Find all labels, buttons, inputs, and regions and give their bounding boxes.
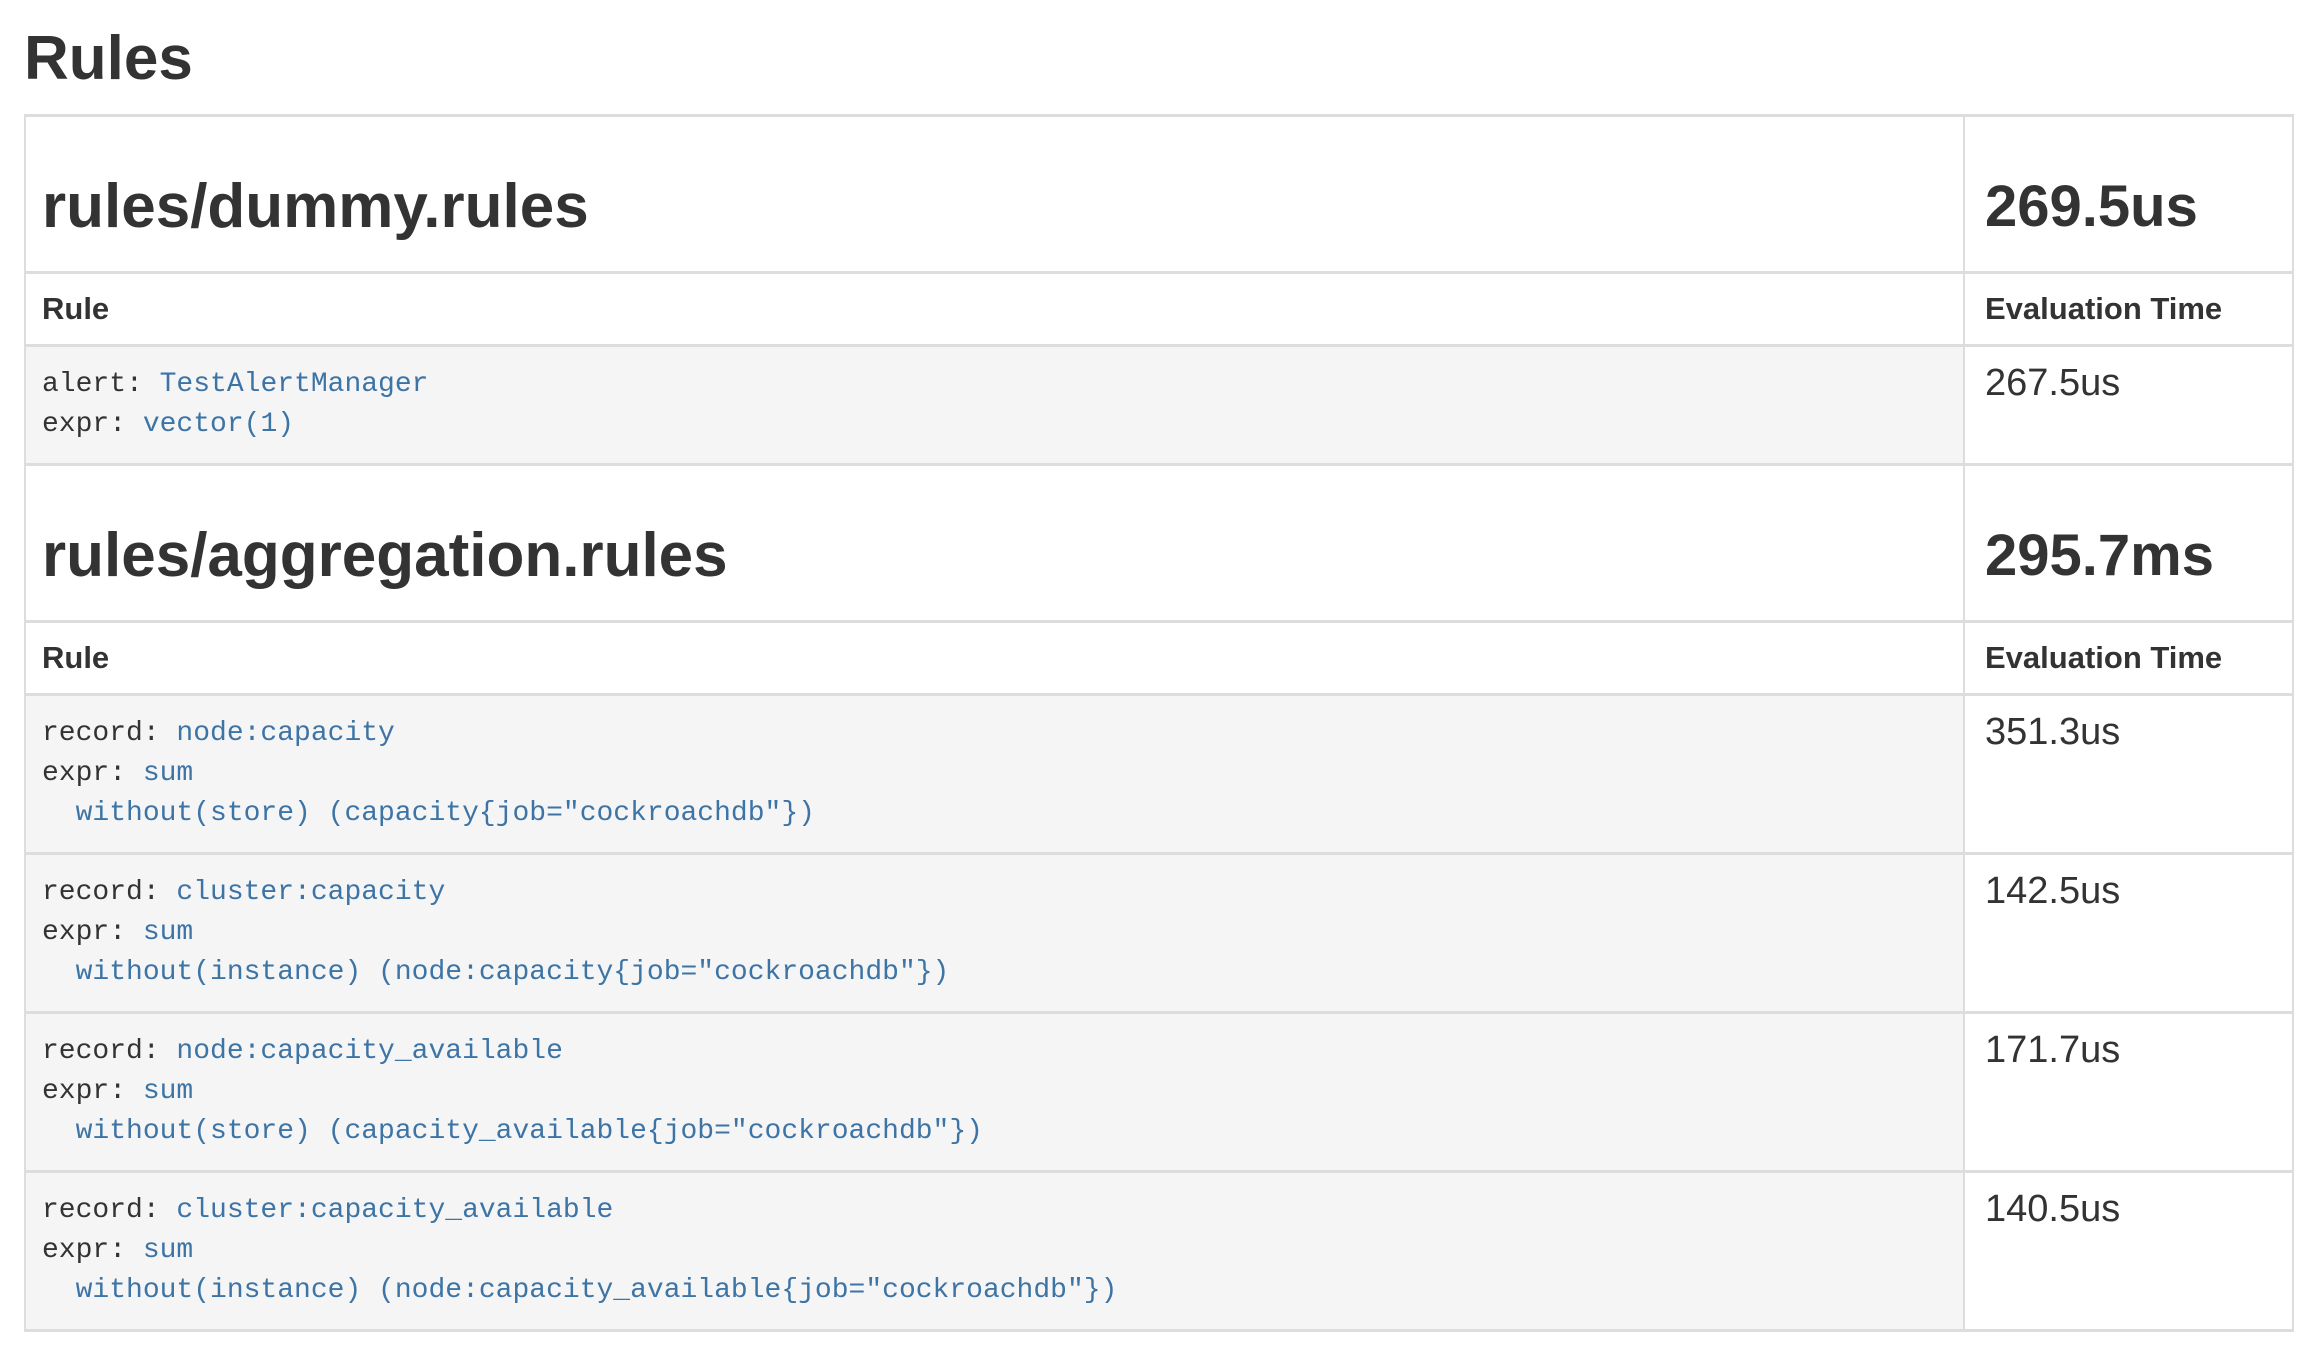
rules-table-body: rules/dummy.rules269.5usRuleEvaluation T… bbox=[25, 116, 2293, 1331]
rule-definition-cell: record: cluster:capacity_availableexpr: … bbox=[25, 1172, 1964, 1331]
rule-code-line: without(store) (capacity_available{job="… bbox=[42, 1112, 1947, 1152]
rule-evaluation-time: 142.5us bbox=[1964, 854, 2293, 1013]
expr-link[interactable]: sum bbox=[143, 917, 193, 948]
rule-group-heading-row: rules/dummy.rules269.5us bbox=[25, 116, 2293, 273]
table-row: record: node:capacityexpr: sum without(s… bbox=[25, 695, 2293, 854]
rule-code-line: without(instance) (node:capacity{job="co… bbox=[42, 953, 1947, 993]
rule-keyword: expr: bbox=[42, 409, 143, 440]
rule-code-line: record: cluster:capacity bbox=[42, 873, 1947, 913]
rule-group-file: rules/aggregation.rules bbox=[25, 465, 1964, 622]
expr-link[interactable]: sum bbox=[143, 1076, 193, 1107]
column-header-row: RuleEvaluation Time bbox=[25, 622, 2293, 695]
rule-code-line: record: node:capacity_available bbox=[42, 1032, 1947, 1072]
rule-group-file: rules/dummy.rules bbox=[25, 116, 1964, 273]
column-header-evaluation-time: Evaluation Time bbox=[1964, 622, 2293, 695]
rule-code-line: expr: vector(1) bbox=[42, 405, 1947, 445]
rule-definition-cell: record: cluster:capacityexpr: sum withou… bbox=[25, 854, 1964, 1013]
rule-keyword: expr: bbox=[42, 1076, 143, 1107]
page-title: Rules bbox=[24, 26, 2316, 92]
rule-code-line: alert: TestAlertManager bbox=[42, 365, 1947, 405]
rule-keyword: expr: bbox=[42, 917, 143, 948]
rule-group-heading-row: rules/aggregation.rules295.7ms bbox=[25, 465, 2293, 622]
rule-evaluation-time: 351.3us bbox=[1964, 695, 2293, 854]
table-row: alert: TestAlertManagerexpr: vector(1)26… bbox=[25, 346, 2293, 465]
column-header-row: RuleEvaluation Time bbox=[25, 273, 2293, 346]
rule-code-line: without(instance) (node:capacity_availab… bbox=[42, 1271, 1947, 1311]
rule-definition-cell: record: node:capacityexpr: sum without(s… bbox=[25, 695, 1964, 854]
rule-code-line: expr: sum bbox=[42, 913, 1947, 953]
rule-code-line: expr: sum bbox=[42, 754, 1947, 794]
rule-name-link[interactable]: cluster:capacity bbox=[176, 877, 445, 908]
rule-evaluation-time: 267.5us bbox=[1964, 346, 2293, 465]
table-row: record: node:capacity_availableexpr: sum… bbox=[25, 1013, 2293, 1172]
rule-keyword: alert: bbox=[42, 369, 160, 400]
rule-name-link[interactable]: node:capacity bbox=[176, 718, 394, 749]
rule-code-line: expr: sum bbox=[42, 1072, 1947, 1112]
rule-code-line: record: node:capacity bbox=[42, 714, 1947, 754]
rule-keyword: record: bbox=[42, 718, 176, 749]
rule-code-line: without(store) (capacity{job="cockroachd… bbox=[42, 794, 1947, 834]
rule-keyword: expr: bbox=[42, 1235, 143, 1266]
rules-table: rules/dummy.rules269.5usRuleEvaluation T… bbox=[24, 114, 2294, 1332]
rule-keyword: expr: bbox=[42, 758, 143, 789]
column-header-rule: Rule bbox=[25, 622, 1964, 695]
rule-evaluation-time: 140.5us bbox=[1964, 1172, 2293, 1331]
rule-keyword: record: bbox=[42, 1195, 176, 1226]
expr-link[interactable]: sum bbox=[143, 758, 193, 789]
rule-group-evaluation-time: 269.5us bbox=[1964, 116, 2293, 273]
rule-code-line: record: cluster:capacity_available bbox=[42, 1191, 1947, 1231]
rule-group-evaluation-time: 295.7ms bbox=[1964, 465, 2293, 622]
rule-keyword: record: bbox=[42, 877, 176, 908]
rule-name-link[interactable]: TestAlertManager bbox=[160, 369, 429, 400]
expr-link[interactable]: sum bbox=[143, 1235, 193, 1266]
expr-link[interactable]: without(store) (capacity_available{job="… bbox=[42, 1116, 983, 1147]
rule-evaluation-time: 171.7us bbox=[1964, 1013, 2293, 1172]
expr-link[interactable]: without(store) (capacity{job="cockroachd… bbox=[42, 798, 815, 829]
expr-link[interactable]: without(instance) (node:capacity{job="co… bbox=[42, 957, 949, 988]
table-row: record: cluster:capacity_availableexpr: … bbox=[25, 1172, 2293, 1331]
rule-name-link[interactable]: cluster:capacity_available bbox=[176, 1195, 613, 1226]
expr-link[interactable]: vector(1) bbox=[143, 409, 294, 440]
rule-definition-cell: alert: TestAlertManagerexpr: vector(1) bbox=[25, 346, 1964, 465]
column-header-rule: Rule bbox=[25, 273, 1964, 346]
rule-name-link[interactable]: node:capacity_available bbox=[176, 1036, 562, 1067]
expr-link[interactable]: without(instance) (node:capacity_availab… bbox=[42, 1275, 1117, 1306]
rule-keyword: record: bbox=[42, 1036, 176, 1067]
rule-code-line: expr: sum bbox=[42, 1231, 1947, 1271]
table-row: record: cluster:capacityexpr: sum withou… bbox=[25, 854, 2293, 1013]
column-header-evaluation-time: Evaluation Time bbox=[1964, 273, 2293, 346]
rule-definition-cell: record: node:capacity_availableexpr: sum… bbox=[25, 1013, 1964, 1172]
